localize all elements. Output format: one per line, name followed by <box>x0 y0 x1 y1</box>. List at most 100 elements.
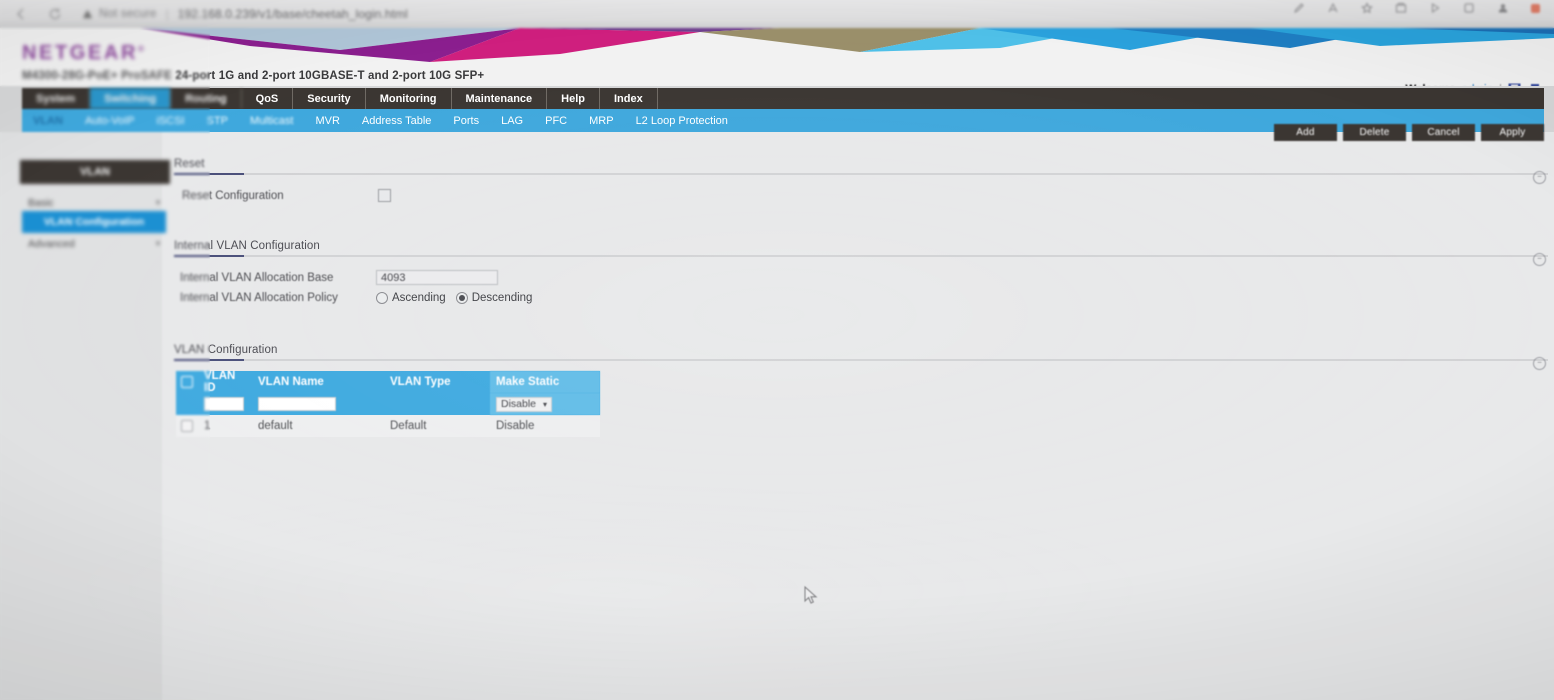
sidebar-item-advanced[interactable]: Advanced ▾ <box>22 235 166 252</box>
tab-system[interactable]: System <box>22 88 91 109</box>
allocation-policy-options: Ascending Descending <box>376 292 532 304</box>
select-all-checkbox[interactable] <box>181 376 193 388</box>
new-vlan-type-cell <box>384 393 490 415</box>
column-header-make-static[interactable]: Make Static <box>490 371 600 393</box>
tab-label: QoS <box>255 92 279 105</box>
subnav-pfc[interactable]: PFC <box>534 115 578 127</box>
section-internal-vlan-title: Internal VLAN Configuration <box>174 240 320 252</box>
reset-configuration-label: Reset Configuration <box>182 189 284 202</box>
pen-icon[interactable] <box>1293 2 1305 14</box>
tab-monitoring[interactable]: Monitoring <box>366 88 452 109</box>
sidebar-item-basic-label: Basic <box>28 196 54 209</box>
allocation-base-input[interactable]: 4093 <box>376 270 498 285</box>
vlan-table-new-row: Disable ▾ <box>176 393 600 415</box>
chevron-down-icon: ▾ <box>155 239 160 248</box>
subnav-l2-loop-protection[interactable]: L2 Loop Protection <box>625 115 739 127</box>
row-checkbox[interactable] <box>181 420 193 432</box>
subnav-address-table[interactable]: Address Table <box>351 115 443 127</box>
tab-help[interactable]: Help <box>547 88 600 109</box>
add-button[interactable]: Add <box>1274 124 1337 141</box>
subnav-mrp[interactable]: MRP <box>578 115 624 127</box>
collapse-icon[interactable]: − <box>1533 357 1546 370</box>
row-checkbox-cell[interactable] <box>176 415 198 437</box>
screenshot-root: Not secure | 192.168.0.239/v1/base/cheet… <box>0 0 1554 700</box>
tab-label: System <box>36 92 76 105</box>
tab-label: Routing <box>185 92 227 105</box>
subnav-lag[interactable]: LAG <box>490 115 534 127</box>
allocation-policy-row: Internal VLAN Allocation Policy Ascendin… <box>180 292 532 304</box>
primary-nav[interactable]: System Switching Routing QoS Security Monitor… <box>22 88 1544 109</box>
sidebar-item-basic[interactable]: Basic ▾ <box>22 194 166 211</box>
delete-button[interactable]: Delete <box>1343 124 1406 141</box>
cancel-button[interactable]: Cancel <box>1412 124 1475 141</box>
netgear-logo-tm: ® <box>137 44 147 54</box>
vlan-table: VLAN ID VLAN Name VLAN Type Make Static … <box>176 370 600 437</box>
play-icon[interactable] <box>1429 2 1441 14</box>
subnav-multicast[interactable]: Multicast <box>239 115 304 127</box>
tab-index[interactable]: Index <box>600 88 658 109</box>
collapse-icon[interactable]: − <box>1533 171 1546 184</box>
reset-configuration-checkbox[interactable] <box>378 189 391 202</box>
tab-label: Switching <box>104 92 157 105</box>
subnav-ports[interactable]: Ports <box>442 115 490 127</box>
allocation-base-row: Internal VLAN Allocation Base 4093 <box>180 270 498 285</box>
profile-icon[interactable] <box>1497 2 1509 14</box>
reload-icon[interactable] <box>42 1 68 27</box>
collections-icon[interactable] <box>1395 2 1407 14</box>
tab-maintenance[interactable]: Maintenance <box>452 88 548 109</box>
table-row[interactable]: 1 default Default Disable <box>176 415 600 437</box>
welcome-username[interactable]: admin <box>1462 84 1493 87</box>
collapse-icon[interactable]: − <box>1533 253 1546 266</box>
tab-label: Help <box>561 92 585 105</box>
row-vlan-id: 1 <box>204 420 211 432</box>
subnav-vlan[interactable]: VLAN <box>22 115 74 127</box>
subnav-mvr[interactable]: MVR <box>304 115 350 127</box>
column-header-vlan-name[interactable]: VLAN Name <box>252 371 384 393</box>
new-vlan-name-input[interactable] <box>258 397 336 411</box>
sidebar-item-vlan-configuration-label: VLAN Configuration <box>43 216 145 228</box>
column-header-vlan-id[interactable]: VLAN ID <box>198 370 252 394</box>
tab-label: Maintenance <box>465 92 533 105</box>
tab-routing[interactable]: Routing <box>171 88 242 109</box>
browser-toolbar: Not secure | 192.168.0.239/v1/base/cheet… <box>0 0 1554 28</box>
subnav-iscsi[interactable]: iSCSI <box>146 115 196 127</box>
netgear-logo-text: NETGEAR <box>22 42 138 64</box>
new-vlan-id-input[interactable] <box>204 397 244 411</box>
radio-descending[interactable] <box>455 292 468 304</box>
page-body: VLAN Basic ▾ VLAN Configuration Advanced… <box>0 132 1554 700</box>
address-separator: | <box>165 7 169 21</box>
subnav-auto-voip[interactable]: Auto-VoIP <box>74 115 146 127</box>
section-reset-rule: − <box>174 171 1548 184</box>
mouse-cursor-icon <box>804 585 820 611</box>
sidebar-item-vlan-configuration[interactable]: VLAN Configuration <box>22 211 166 233</box>
section-internal-vlan: Internal VLAN Configuration − <box>174 240 1548 266</box>
address-url: 192.168.0.239/v1/base/cheetah_login.html <box>177 7 408 21</box>
tab-qos[interactable]: QoS <box>242 88 294 109</box>
chevron-down-icon: ▾ <box>155 198 160 207</box>
action-button-row[interactable]: Add Delete Cancel Apply <box>1274 124 1544 141</box>
radio-ascending[interactable] <box>376 292 388 304</box>
tab-security[interactable]: Security <box>293 88 366 109</box>
apply-button[interactable]: Apply <box>1481 124 1544 141</box>
font-size-icon[interactable] <box>1327 2 1339 14</box>
extensions-icon[interactable] <box>1463 2 1475 14</box>
subnav-stp[interactable]: STP <box>196 115 239 127</box>
logout-icon[interactable] <box>1527 83 1540 86</box>
select-all-cell[interactable] <box>176 371 198 393</box>
new-row-checkbox-cell <box>176 393 198 415</box>
save-icon[interactable] <box>1508 83 1521 86</box>
device-model-suffix: 24-port 1G and 2-port 10GBASE-T and 2-po… <box>175 70 485 82</box>
brand-banner-graphic <box>0 28 1554 62</box>
tab-label: Index <box>614 92 643 105</box>
reset-configuration-row: Reset Configuration <box>182 189 542 202</box>
new-make-static-select[interactable]: Disable ▾ <box>496 396 553 412</box>
notification-dot-icon <box>1531 3 1540 13</box>
address-bar[interactable]: Not secure | 192.168.0.239/v1/base/cheet… <box>82 5 1293 23</box>
tab-switching[interactable]: Switching <box>90 88 172 109</box>
device-model-prefix: M4300-28G-PoE+ ProSAFE <box>22 70 172 82</box>
back-arrow-icon[interactable] <box>8 1 34 27</box>
column-header-vlan-type[interactable]: VLAN Type <box>384 371 490 393</box>
allocation-base-label: Internal VLAN Allocation Base <box>180 271 334 284</box>
welcome-label: Welcome <box>1405 84 1455 87</box>
bookmark-star-icon[interactable] <box>1361 2 1373 14</box>
